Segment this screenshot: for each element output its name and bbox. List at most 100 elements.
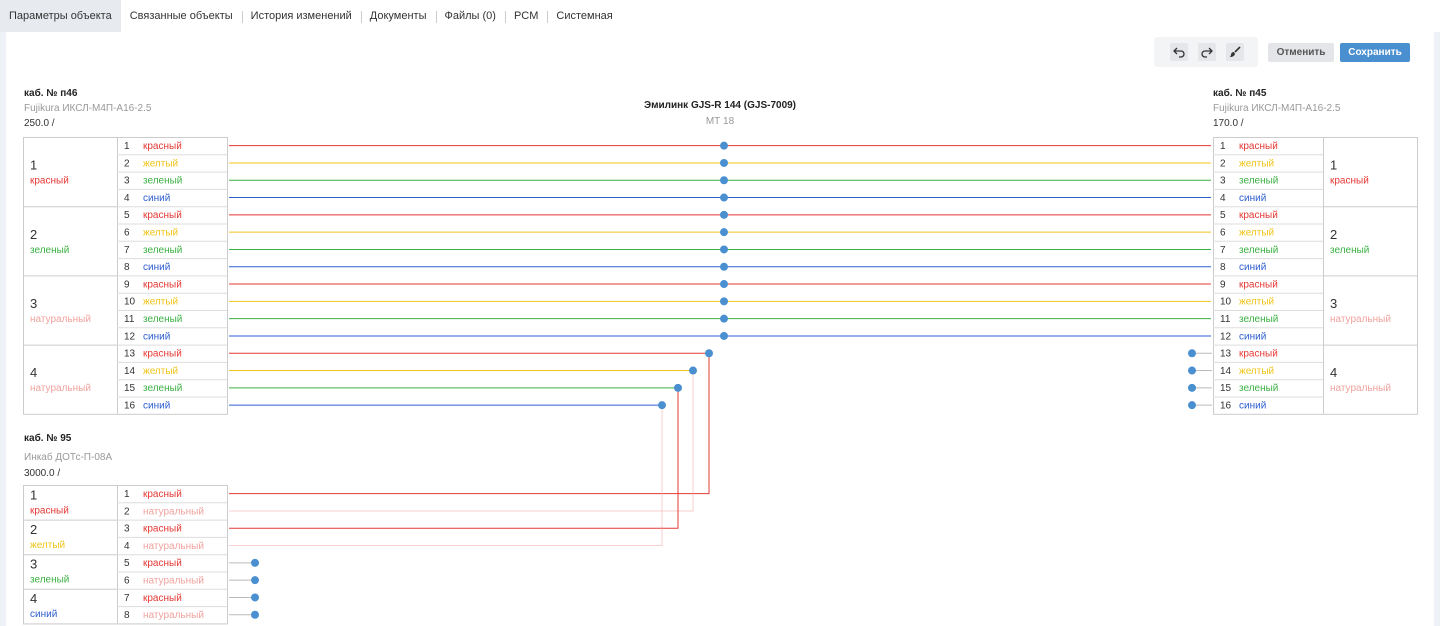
fiber-number: 12 [1220,331,1232,342]
fiber-color: синий [143,401,170,412]
loose-fiber-dot[interactable] [1188,383,1196,392]
fiber-number: 8 [124,262,130,273]
splice-dot[interactable] [720,262,728,271]
fiber-number: 15 [124,383,136,394]
fiber-number: 15 [1220,383,1232,394]
fiber-color: красный [143,349,182,360]
fiber-color: красный [1239,349,1278,360]
fiber-color: красный [1239,141,1278,152]
fiber-color: красный [143,593,182,604]
fiber-color: синий [1239,331,1266,342]
fiber-number: 3 [124,524,130,535]
fiber-number: 16 [1220,401,1232,412]
fiber-color: красный [143,524,182,535]
fiber-color: желтый [143,158,178,169]
fiber-color: красный [1239,210,1278,221]
fiber-color: синий [1239,262,1266,273]
module-number: 3 [1330,296,1337,311]
fiber-number: 2 [124,506,130,517]
fiber-number: 10 [124,297,136,308]
fiber-color: желтый [1239,366,1274,377]
splice-dot[interactable] [720,176,728,185]
fiber-color: желтый [143,297,178,308]
loose-fiber-dot[interactable] [1188,349,1196,358]
module-color: зеленый [30,575,69,586]
splice-dot[interactable] [720,228,728,237]
splice-dot[interactable] [705,349,713,358]
fiber-color: зеленый [143,245,182,256]
fiber-color: синий [143,331,170,342]
module-color: натуральный [1330,314,1391,325]
fiber-color: красный [143,210,182,221]
loose-fiber-dot[interactable] [251,610,259,619]
loose-fiber-dot[interactable] [1188,366,1196,375]
module-number: 1 [30,158,37,173]
fiber-color: синий [143,262,170,273]
fiber-number: 7 [124,593,130,604]
fiber-color: синий [1239,401,1266,412]
module-color: натуральный [30,383,91,394]
module-color: натуральный [1330,383,1391,394]
splice-diagram: 1 красный 2 желтый 3 зеленый 4 синий 5 красный 6 же… [23,137,1418,625]
module-color: желтый [30,540,65,551]
loose-fiber-dot[interactable] [251,576,259,585]
splice-dot[interactable] [674,383,682,392]
fiber-color: натуральный [143,541,204,552]
loose-fiber-dot[interactable] [251,558,259,567]
module-color: синий [30,609,57,620]
fiber-color: желтый [143,366,178,377]
fiber-number: 14 [124,366,136,377]
fiber-number: 6 [1220,228,1226,239]
fiber-number: 3 [1220,176,1226,187]
splice-dot[interactable] [720,280,728,289]
module-color: красный [30,505,69,516]
fiber-color: зеленый [143,383,182,394]
module-number: 1 [1330,158,1337,173]
fiber-color: натуральный [143,576,204,587]
loose-fiber-dot[interactable] [251,593,259,602]
fiber-color: зеленый [143,176,182,187]
fiber-number: 3 [124,176,130,187]
fiber-connection [229,387,679,529]
module-color: красный [30,176,69,187]
module-number: 2 [30,227,37,242]
fiber-number: 2 [124,158,130,169]
splice-dot[interactable] [720,193,728,202]
fiber-number: 8 [124,610,130,621]
splice-dot[interactable] [720,158,728,167]
module-number: 4 [1330,365,1337,380]
fiber-connection [229,370,694,512]
fiber-number: 11 [1220,314,1231,325]
loose-fiber-dot[interactable] [1188,401,1196,410]
splice-dot[interactable] [689,366,697,375]
fiber-number: 12 [124,331,136,342]
module-number: 4 [30,591,37,606]
fiber-number: 14 [1220,366,1232,377]
cable-right-table: 1 красный 2 желтый 3 зеленый 4 синий 5 красный 6 же… [1213,137,1418,415]
module-color: зеленый [30,245,69,256]
fiber-color: зеленый [1239,245,1278,256]
splice-dot[interactable] [720,331,728,340]
fiber-number: 5 [124,210,130,221]
splice-dot[interactable] [720,245,728,254]
fiber-number: 13 [1220,349,1232,360]
module-number: 2 [1330,227,1337,242]
fiber-connection [229,353,710,495]
module-number: 3 [30,296,37,311]
fiber-number: 1 [124,489,130,500]
module-number: 4 [30,365,37,380]
fiber-color: зеленый [1239,383,1278,394]
splice-dot[interactable] [720,314,728,323]
fiber-color: желтый [1239,158,1274,169]
fiber-number: 5 [124,558,130,569]
splice-dot[interactable] [720,210,728,219]
fiber-color: натуральный [143,610,204,621]
fiber-number: 8 [1220,262,1226,273]
fiber-number: 6 [124,228,130,239]
fiber-color: синий [143,193,170,204]
splice-dot[interactable] [720,297,728,306]
fiber-color: красный [143,141,182,152]
splice-dot[interactable] [720,141,728,150]
splice-dot[interactable] [658,401,666,410]
module-number: 2 [30,522,37,537]
